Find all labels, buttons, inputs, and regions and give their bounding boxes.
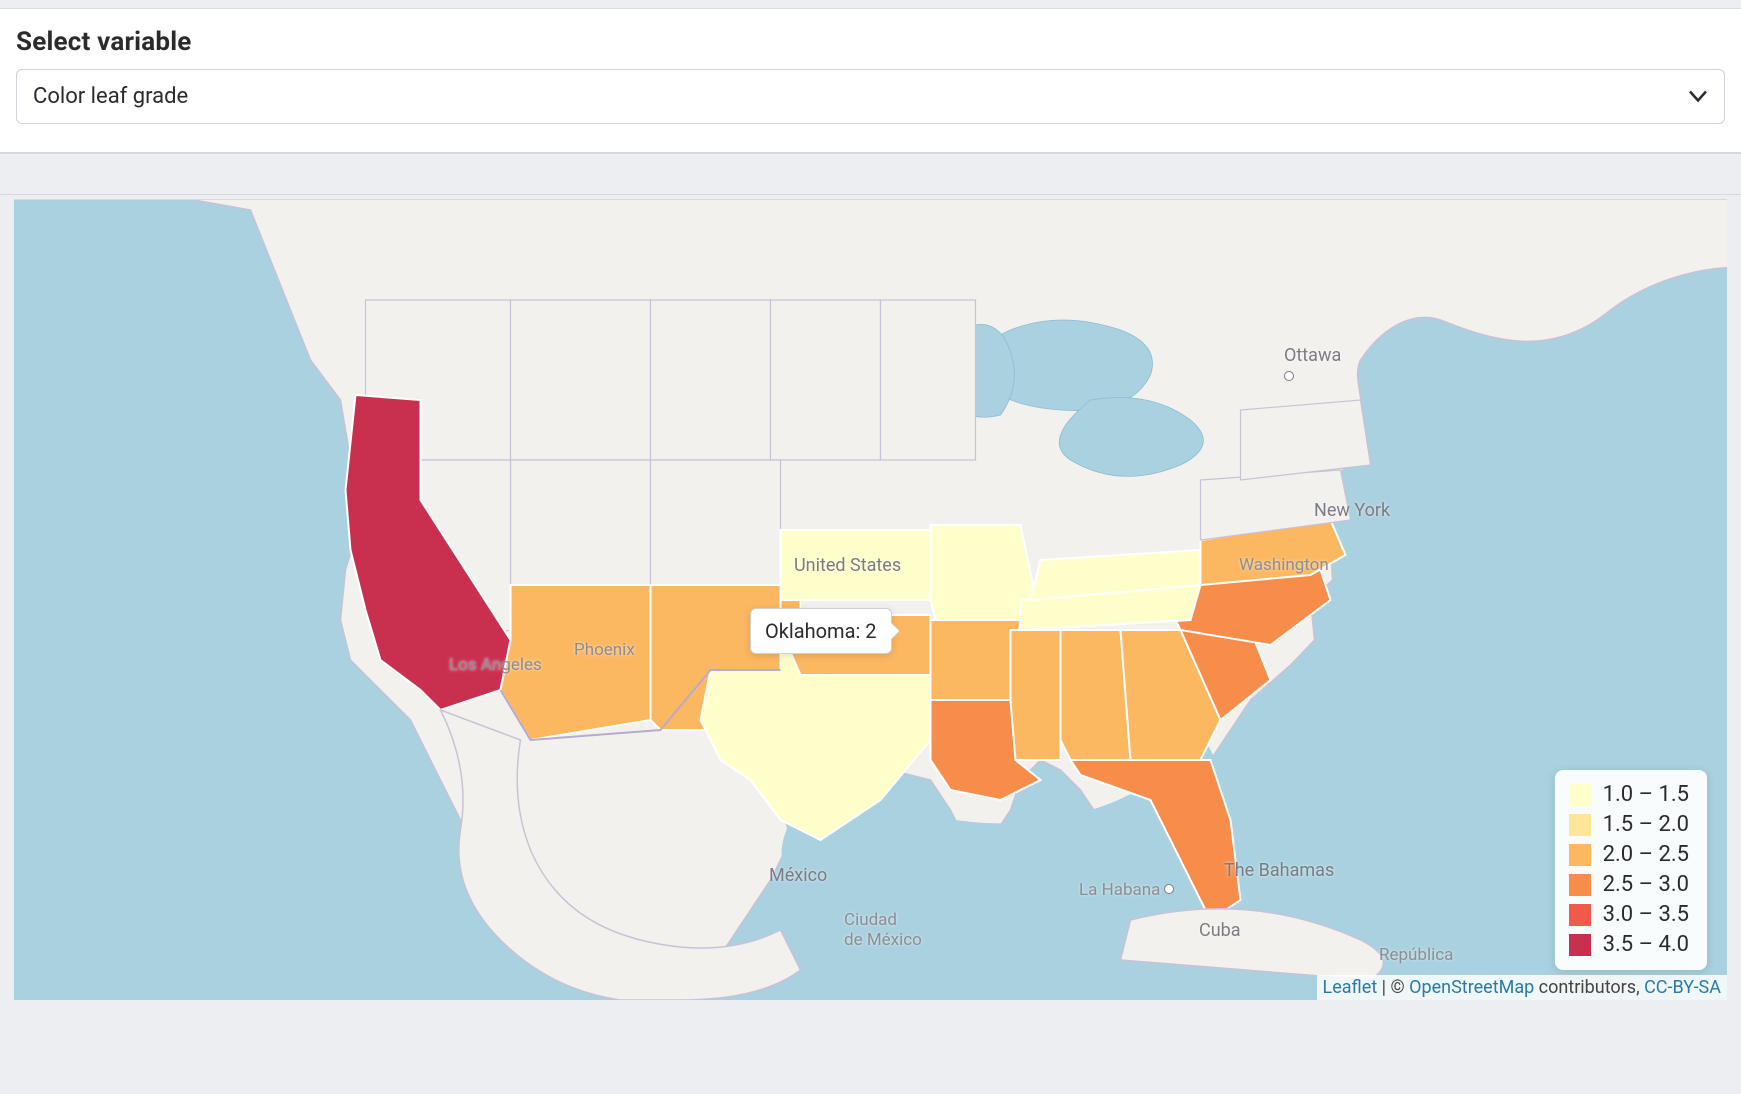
map-attribution: Leaflet | © OpenStreetMap contributors, … bbox=[1317, 975, 1727, 1000]
panel-gap bbox=[0, 153, 1741, 195]
selector-label: Select variable bbox=[16, 27, 1725, 57]
cc-link[interactable]: CC-BY-SA bbox=[1644, 977, 1721, 998]
legend-row: 2.0 – 2.5 bbox=[1569, 840, 1689, 870]
legend-row: 2.5 – 3.0 bbox=[1569, 870, 1689, 900]
variable-selector-panel: Select variable Color leaf grade bbox=[0, 8, 1741, 153]
legend-row: 3.0 – 3.5 bbox=[1569, 900, 1689, 930]
legend-row: 1.0 – 1.5 bbox=[1569, 780, 1689, 810]
legend-row: 3.5 – 4.0 bbox=[1569, 930, 1689, 960]
legend-swatch bbox=[1569, 934, 1591, 956]
choropleth-map[interactable]: Ottawa New York Washington United States… bbox=[14, 199, 1727, 1000]
legend-row: 1.5 – 2.0 bbox=[1569, 810, 1689, 840]
legend-swatch bbox=[1569, 784, 1591, 806]
osm-link[interactable]: OpenStreetMap bbox=[1409, 977, 1534, 998]
map-svg[interactable] bbox=[14, 200, 1727, 1000]
tooltip-text: Oklahoma: 2 bbox=[765, 619, 877, 643]
leaflet-link[interactable]: Leaflet bbox=[1323, 977, 1378, 998]
map-tooltip: Oklahoma: 2 bbox=[750, 608, 892, 654]
map-legend: 1.0 – 1.5 1.5 – 2.0 2.0 – 2.5 2.5 – 3.0 … bbox=[1555, 770, 1707, 970]
legend-swatch bbox=[1569, 904, 1591, 926]
legend-swatch bbox=[1569, 844, 1591, 866]
legend-swatch bbox=[1569, 874, 1591, 896]
variable-select-value[interactable]: Color leaf grade bbox=[16, 69, 1725, 124]
variable-select[interactable]: Color leaf grade bbox=[16, 69, 1725, 124]
legend-swatch bbox=[1569, 814, 1591, 836]
